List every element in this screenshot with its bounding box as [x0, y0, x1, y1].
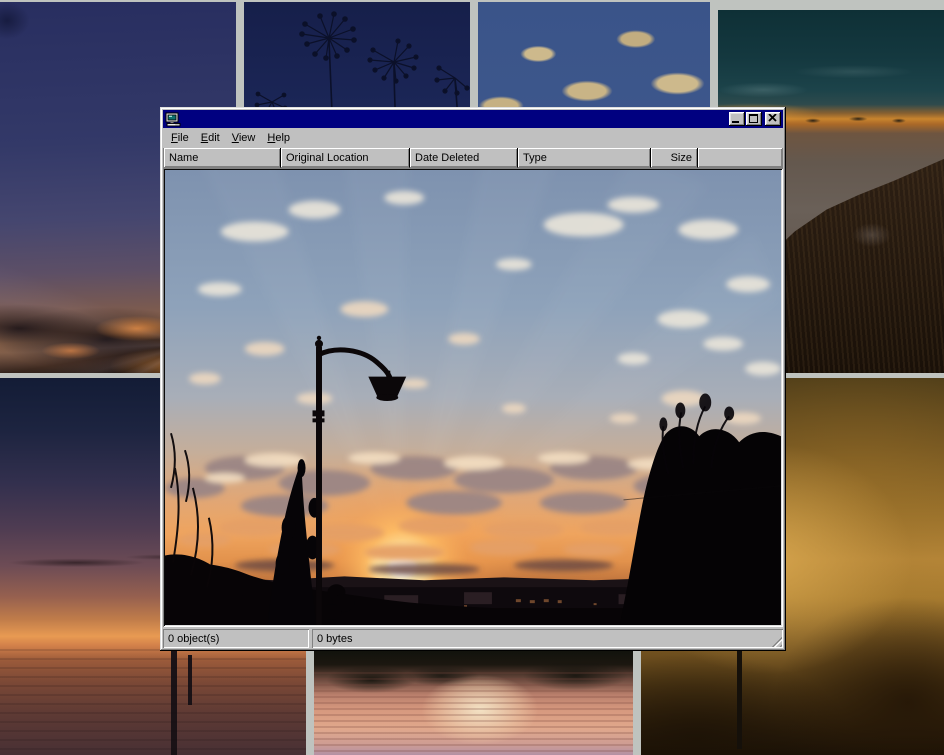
resize-grip[interactable] — [769, 634, 782, 647]
sea-pole-silhouette — [188, 655, 192, 705]
status-objects-text: 0 object(s) — [168, 633, 219, 645]
menu-item-help[interactable]: Help — [261, 130, 296, 146]
close-button[interactable] — [765, 112, 781, 126]
status-objects: 0 object(s) — [163, 629, 309, 648]
menu-item-edit[interactable]: Edit — [195, 130, 226, 146]
status-bar: 0 object(s) 0 bytes — [163, 629, 783, 648]
recycle-bin-window: FileEditViewHelp NameOriginal LocationDa… — [160, 107, 786, 651]
title-bar[interactable] — [163, 110, 783, 128]
column-headers: NameOriginal LocationDate DeletedTypeSiz… — [163, 148, 783, 168]
computer-icon — [165, 112, 181, 127]
column-header-spacer[interactable] — [698, 148, 782, 168]
menu-item-view[interactable]: View — [226, 130, 262, 146]
column-header-original-location[interactable]: Original Location — [281, 148, 410, 168]
minimize-button[interactable] — [729, 112, 745, 126]
sea-pole-silhouette — [171, 646, 177, 755]
lamp-pole-silhouette — [737, 649, 742, 749]
maximize-button[interactable] — [746, 112, 762, 126]
maximize-icon — [749, 114, 758, 123]
column-header-name[interactable]: Name — [164, 148, 281, 168]
status-bytes-text: 0 bytes — [317, 633, 352, 645]
status-bytes: 0 bytes — [312, 629, 783, 648]
close-icon — [768, 114, 777, 122]
minimize-icon — [732, 121, 739, 123]
menu-bar: FileEditViewHelp — [163, 128, 783, 148]
column-header-size[interactable]: Size — [651, 148, 698, 168]
column-header-type[interactable]: Type — [518, 148, 651, 168]
window-controls — [729, 112, 781, 126]
menu-item-file[interactable]: File — [165, 130, 195, 146]
column-header-date-deleted[interactable]: Date Deleted — [410, 148, 518, 168]
folder-content-area[interactable] — [163, 168, 783, 627]
content-photo-sunset-lamp — [165, 170, 781, 625]
